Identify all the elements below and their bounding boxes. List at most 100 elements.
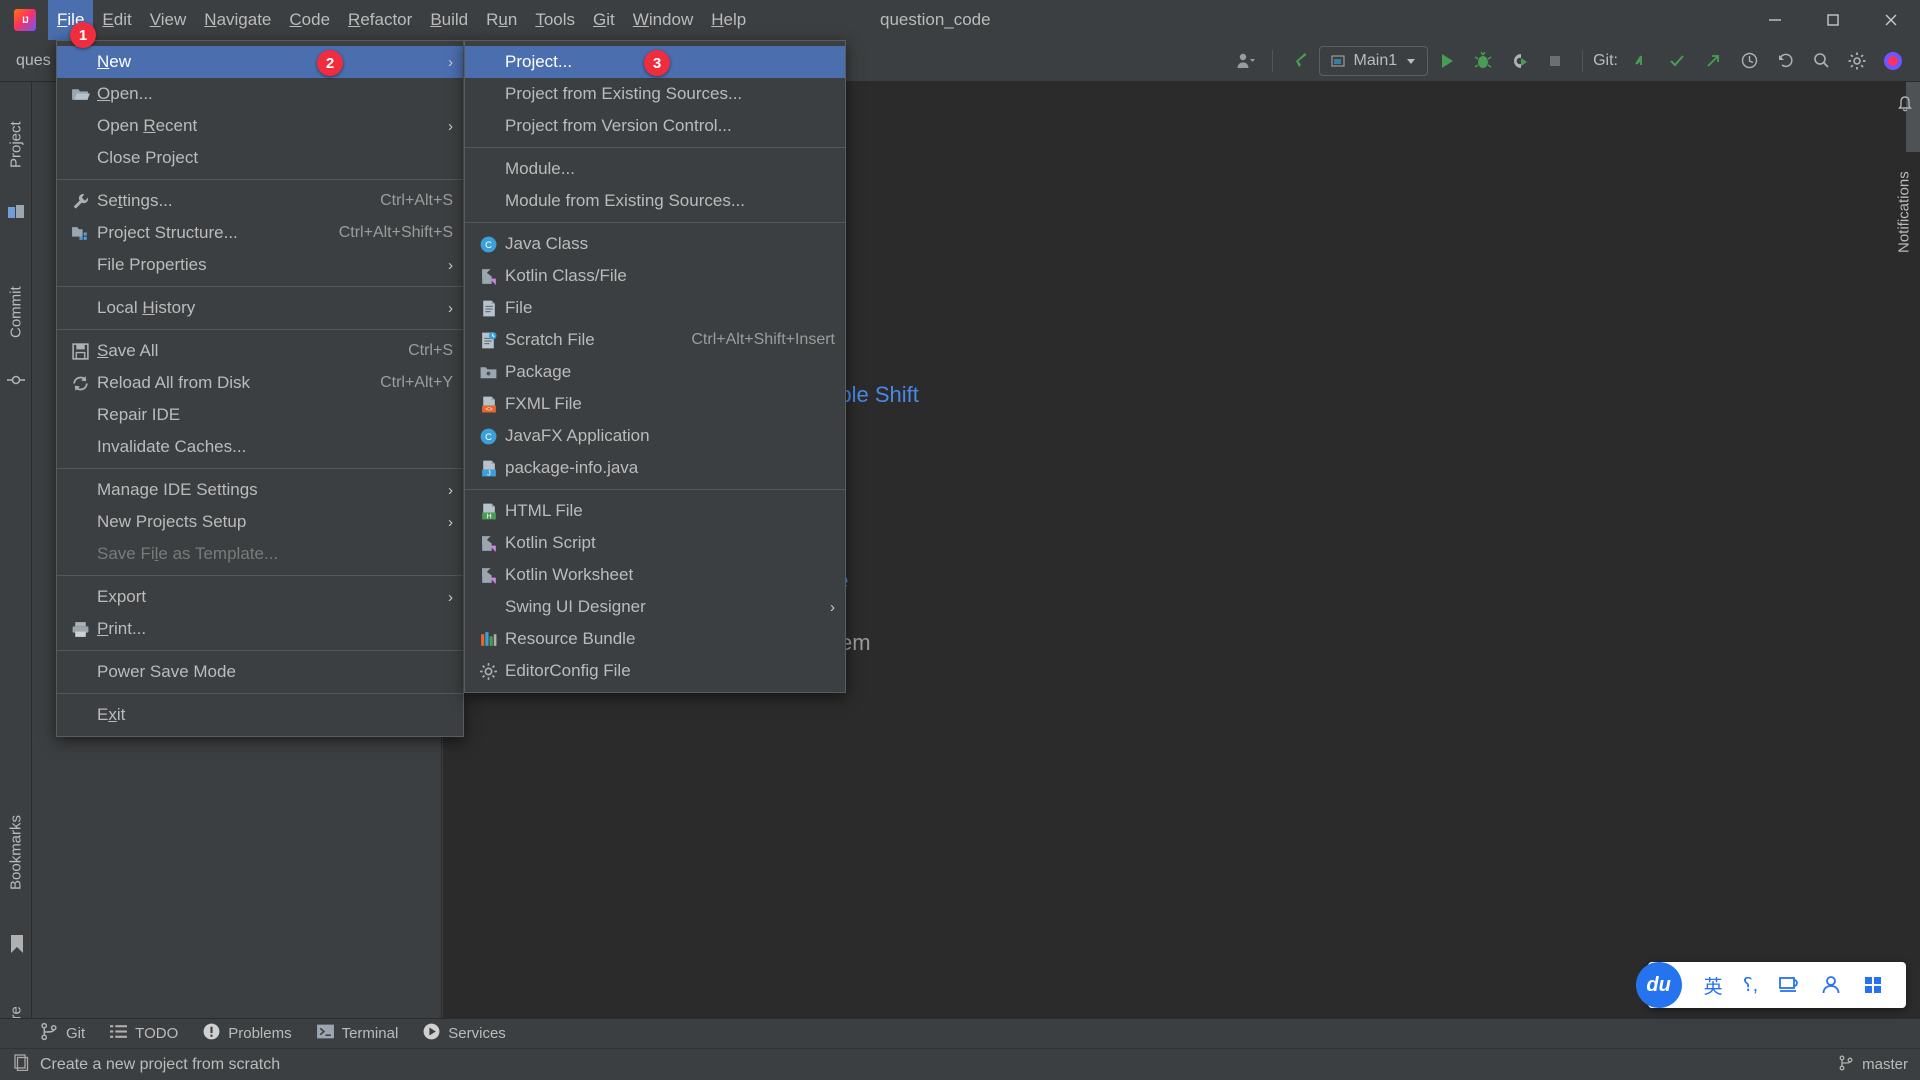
sidebar-item-notifications[interactable]: Notifications	[1888, 127, 1920, 297]
bottom-tab-todo[interactable]: TODO	[109, 1022, 178, 1045]
new-menu-item-editorconfig-file[interactable]: EditorConfig File	[465, 655, 845, 687]
file-menu-item-power-save-mode[interactable]: Power Save Mode	[57, 656, 463, 688]
file-menu-item-open[interactable]: Open...	[57, 78, 463, 110]
file-menu-item-new[interactable]: New ›	[57, 46, 463, 78]
ime-punctuation-toggle[interactable]: ⸮,	[1733, 974, 1768, 997]
kotlin-worksheet-icon	[475, 565, 501, 585]
java-class-icon: C	[475, 234, 501, 254]
status-branch-group[interactable]: master	[1838, 1055, 1908, 1075]
ime-lang-toggle[interactable]: 英	[1694, 972, 1733, 999]
file-menu-item-new-projects-setup[interactable]: New Projects Setup ›	[57, 506, 463, 538]
menubar-item-edit[interactable]: Edit	[93, 0, 140, 40]
history-icon[interactable]	[1732, 45, 1766, 77]
bottom-tab-label: Services	[448, 1025, 506, 1042]
new-menu-item-resource-bundle[interactable]: Resource Bundle	[465, 623, 845, 655]
debug-button[interactable]	[1466, 45, 1500, 77]
file-menu-item-open-recent[interactable]: Open Recent ›	[57, 110, 463, 142]
menu-item-label: Resource Bundle	[505, 629, 636, 648]
new-menu-item-scratch-file[interactable]: Scratch File Ctrl+Alt+Shift+Insert	[465, 324, 845, 356]
git-update-icon[interactable]	[1624, 45, 1658, 77]
new-menu-item-kotlin-worksheet[interactable]: Kotlin Worksheet	[465, 559, 845, 591]
maximize-button[interactable]	[1804, 0, 1862, 40]
ime-apps-icon[interactable]	[1852, 974, 1894, 996]
menubar-item-view[interactable]: View	[141, 0, 196, 40]
menu-item-label: Project from Existing Sources...	[505, 84, 743, 103]
account-icon[interactable]	[1228, 45, 1262, 77]
bottom-tab-git[interactable]: Git	[40, 1022, 85, 1045]
intellij-logo-icon: IJ	[14, 9, 36, 31]
ime-user-icon[interactable]	[1810, 974, 1852, 996]
run-configuration-selector[interactable]: Main1	[1318, 45, 1429, 76]
ide-avatar-icon[interactable]	[1876, 45, 1910, 77]
file-menu-item-exit[interactable]: Exit	[57, 699, 463, 731]
minimize-button[interactable]	[1746, 0, 1804, 40]
project-icon	[6, 202, 26, 222]
new-menu-item-java-class[interactable]: C Java Class	[465, 228, 845, 260]
sidebar-item-commit[interactable]: Commit	[0, 257, 32, 367]
file-menu-item-export[interactable]: Export ›	[57, 581, 463, 613]
search-icon[interactable]	[1804, 45, 1838, 77]
new-menu-item-fxml-file[interactable]: <> FXML File	[465, 388, 845, 420]
project-tab-label[interactable]: ques	[8, 52, 59, 70]
new-menu-item-module-from-existing-sources[interactable]: Module from Existing Sources...	[465, 185, 845, 217]
file-menu-item-project-structure[interactable]: Project Structure... Ctrl+Alt+Shift+S	[57, 217, 463, 249]
build-hammer-icon[interactable]	[1283, 45, 1317, 77]
menubar-item-refactor[interactable]: Refactor	[339, 0, 421, 40]
new-menu-item-package[interactable]: Package	[465, 356, 845, 388]
file-menu-item-local-history[interactable]: Local History ›	[57, 292, 463, 324]
new-menu-item-project-from-version-control[interactable]: Project from Version Control...	[465, 110, 845, 142]
settings-gear-icon[interactable]	[1840, 45, 1874, 77]
menubar-item-run[interactable]: Run	[477, 0, 526, 40]
run-with-coverage-button[interactable]	[1502, 45, 1536, 77]
menubar-item-tools[interactable]: Tools	[526, 0, 584, 40]
bottom-tab-terminal[interactable]: Terminal	[316, 1022, 398, 1045]
bottom-tab-problems[interactable]: Problems	[202, 1022, 292, 1045]
menu-item-label: Save File as Template...	[97, 544, 279, 563]
menu-item-label: Kotlin Class/File	[505, 266, 627, 285]
file-menu-item-save-all[interactable]: Save All Ctrl+S	[57, 335, 463, 367]
baidu-ime-logo-icon[interactable]: du	[1635, 962, 1682, 1008]
sidebar-item-bookmarks[interactable]: Bookmarks	[0, 782, 32, 922]
new-menu-item-html-file[interactable]: H HTML File	[465, 495, 845, 527]
file-menu-item-print[interactable]: Print...	[57, 613, 463, 645]
menu-item-label: Local History	[97, 298, 196, 317]
bell-icon[interactable]	[1895, 94, 1915, 114]
git-push-icon[interactable]	[1696, 45, 1730, 77]
file-menu-item-file-properties[interactable]: File Properties ›	[57, 249, 463, 281]
file-menu-item-save-file-as-template[interactable]: Save File as Template...	[57, 538, 463, 570]
menu-item-label: Scratch File	[505, 330, 595, 349]
menubar-item-code[interactable]: Code	[280, 0, 339, 40]
new-menu-item-file[interactable]: File	[465, 292, 845, 324]
menubar-item-build[interactable]: Build	[421, 0, 477, 40]
file-menu-item-close-project[interactable]: Close Project	[57, 142, 463, 174]
new-menu-item-package-info-java[interactable]: Jpackage-info.java	[465, 452, 845, 484]
new-submenu-popup: Project... Project from Existing Sources.…	[464, 40, 846, 693]
menubar-item-help[interactable]: Help	[702, 0, 755, 40]
new-menu-item-project-from-existing-sources[interactable]: Project from Existing Sources...	[465, 78, 845, 110]
undo-icon[interactable]	[1768, 45, 1802, 77]
new-menu-item-kotlin-class-file[interactable]: Kotlin Class/File	[465, 260, 845, 292]
step-badge-3: 3	[644, 50, 670, 76]
menubar-item-git[interactable]: Git	[584, 0, 624, 40]
file-menu-item-settings[interactable]: Settings... Ctrl+Alt+S	[57, 185, 463, 217]
git-commit-icon[interactable]	[1660, 45, 1694, 77]
sidebar-item-project[interactable]: Project	[0, 90, 32, 200]
new-menu-item-module[interactable]: Module...	[465, 153, 845, 185]
run-button[interactable]	[1430, 45, 1464, 77]
new-menu-item-swing-ui-designer[interactable]: Swing UI Designer ›	[465, 591, 845, 623]
new-menu-item-kotlin-script[interactable]: Kotlin Script	[465, 527, 845, 559]
file-menu-item-repair-ide[interactable]: Repair IDE	[57, 399, 463, 431]
menu-separator	[57, 575, 463, 576]
close-button[interactable]	[1862, 0, 1920, 40]
chevron-right-icon: ›	[830, 598, 835, 616]
file-menu-item-invalidate-caches[interactable]: Invalidate Caches...	[57, 431, 463, 463]
new-menu-item-javafx-application[interactable]: C JavaFX Application	[465, 420, 845, 452]
stop-button[interactable]	[1538, 45, 1572, 77]
menubar-item-window[interactable]: Window	[624, 0, 702, 40]
bottom-tab-services[interactable]: Services	[422, 1022, 506, 1045]
file-menu-item-manage-ide-settings[interactable]: Manage IDE Settings ›	[57, 474, 463, 506]
ime-skin-icon[interactable]	[1768, 974, 1810, 996]
file-menu-item-reload-all-from-disk[interactable]: Reload All from Disk Ctrl+Alt+Y	[57, 367, 463, 399]
menubar-item-navigate[interactable]: Navigate	[195, 0, 280, 40]
ime-punctuation-label: ⸮,	[1742, 974, 1758, 996]
